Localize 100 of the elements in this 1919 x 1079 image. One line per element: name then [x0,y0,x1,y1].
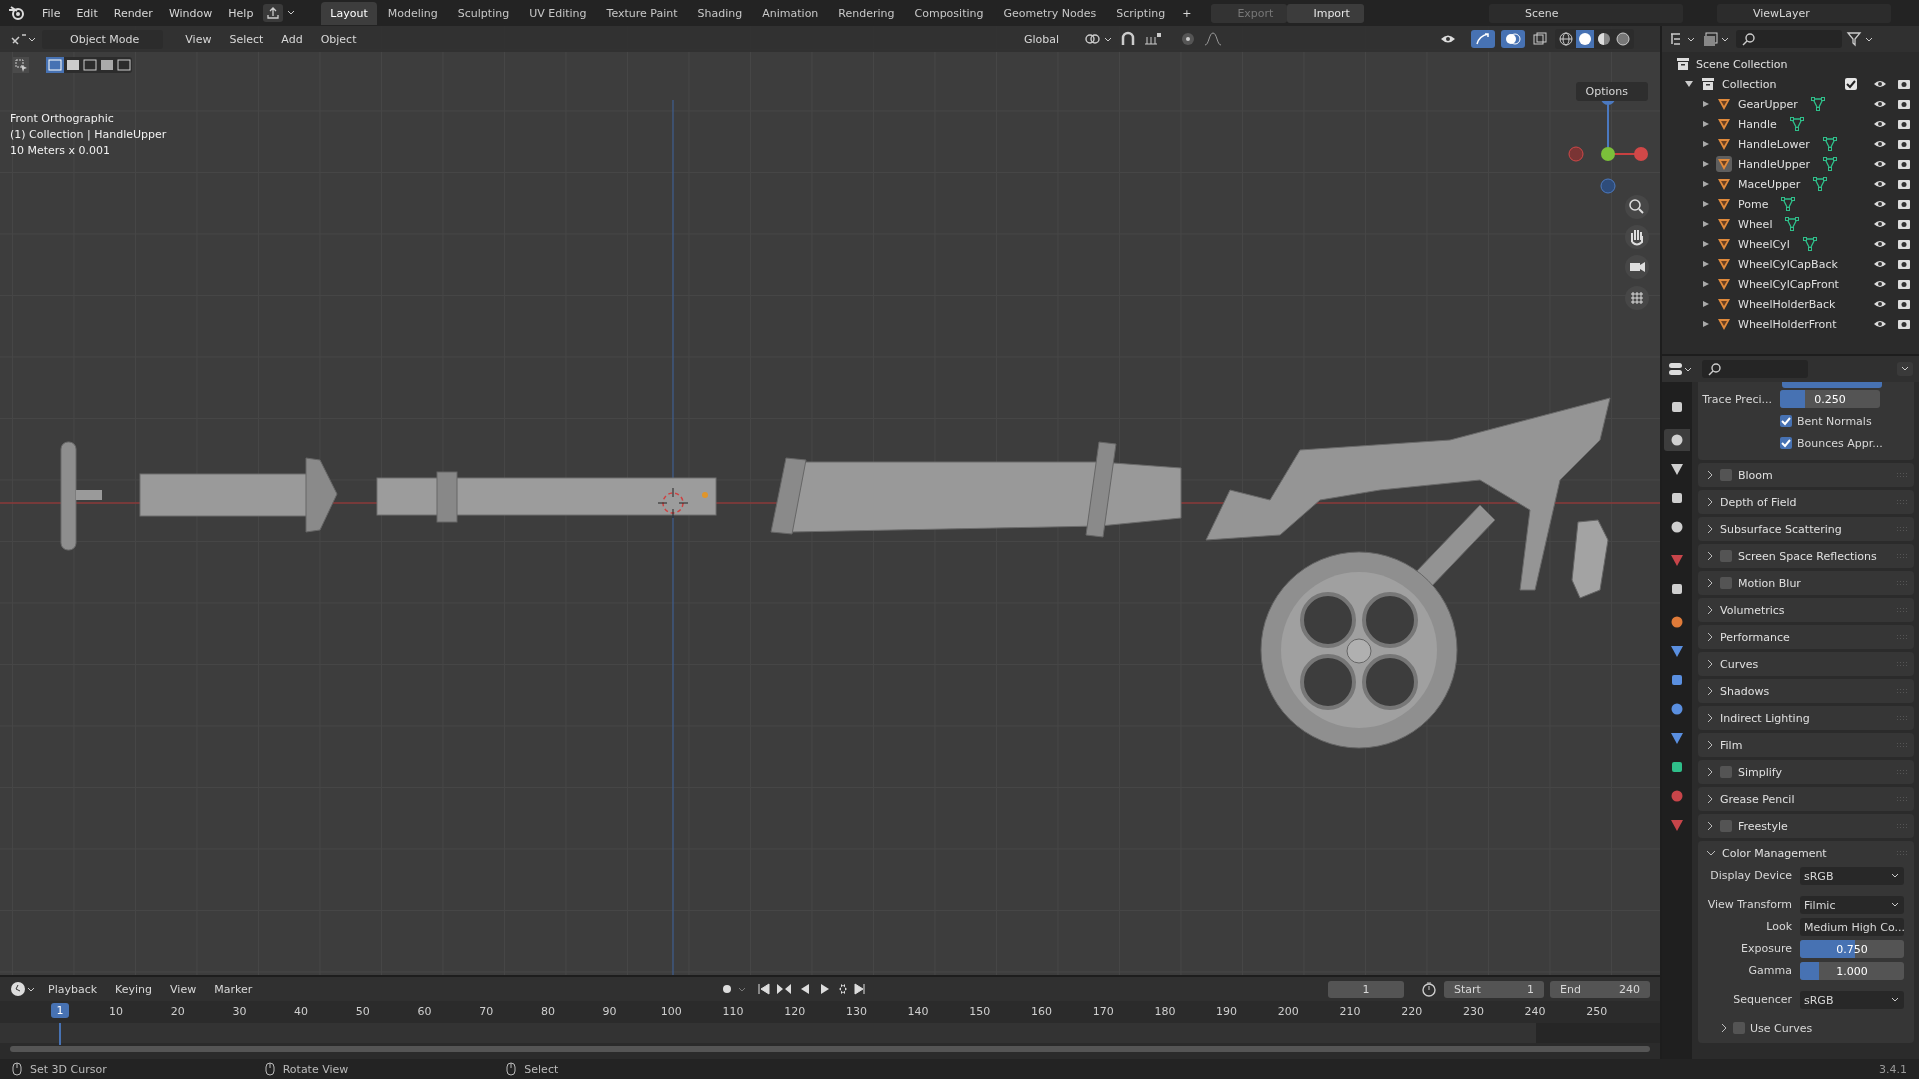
chevron-icon[interactable] [1720,1023,1728,1033]
start-frame-field[interactable]: Start 1 [1444,980,1544,998]
camera-icon[interactable] [1897,78,1911,90]
workspace-tab[interactable]: Geometry Nodes [994,1,1106,25]
menu-item[interactable]: View [179,29,218,49]
eye-icon[interactable] [1873,198,1887,210]
workspace-tab[interactable]: Scripting [1107,1,1175,25]
menu-item[interactable]: Playback [42,979,104,999]
camera-icon[interactable] [1897,298,1911,310]
camera-icon[interactable] [1897,258,1911,270]
dropdown[interactable]: sRGB [1800,867,1904,885]
workspace-tab[interactable]: Rendering [829,1,904,25]
checkbox[interactable] [1733,1022,1745,1034]
camera-icon[interactable] [1897,318,1911,330]
camera-icon[interactable] [1897,178,1911,190]
grid-icon[interactable] [1625,286,1649,310]
outliner-item[interactable]: WheelCyl [1738,237,1790,251]
workspace-tab[interactable]: Compositing [905,1,993,25]
playback-controls-icon[interactable] [755,981,868,997]
transfer-button[interactable]: Import [1287,3,1364,23]
eye-icon[interactable] [1873,78,1887,90]
camera-icon[interactable] [1897,218,1911,230]
camera-icon[interactable] [1897,198,1911,210]
panel-header[interactable]: Grease Pencil [1698,787,1914,811]
workspace-tab[interactable]: Modeling [378,1,447,25]
caret-icon[interactable] [287,10,296,16]
proportional-icon[interactable] [1179,31,1197,47]
camera-icon[interactable] [1897,278,1911,290]
workspace-tab[interactable]: UV Editing [520,1,596,25]
mode-dropdown[interactable]: Object Mode [42,29,164,49]
panel-header[interactable]: Motion Blur [1698,571,1914,595]
outliner-item[interactable]: GearUpper [1738,97,1798,111]
select-tool-icon[interactable] [12,56,30,74]
clock-icon[interactable] [10,981,36,997]
expand-triangle-icon[interactable] [1702,280,1710,288]
dropdown[interactable]: Medium High Co... [1800,918,1904,936]
panel-header[interactable]: Color Management [1704,841,1908,865]
panel-header[interactable]: Performance [1698,625,1914,649]
zoom-icon[interactable] [1625,195,1649,219]
panel-header[interactable]: Freestyle [1698,814,1914,838]
panel-header[interactable]: Shadows [1698,679,1914,703]
mesh-data-icon[interactable] [1801,236,1818,252]
camera-icon[interactable] [1625,255,1649,279]
blender-logo-icon[interactable] [8,5,26,21]
eye-icon[interactable] [1873,158,1887,170]
outliner-item[interactable]: Collection [1722,77,1777,91]
menu-item[interactable]: Keying [109,979,159,999]
mesh-data-icon[interactable] [1809,96,1826,112]
overlay-toggle-button[interactable] [1501,30,1525,48]
panel-header[interactable]: Simplify [1698,760,1914,784]
workspace-tab[interactable]: Shading [688,1,752,25]
add-workspace-button[interactable]: + [1176,3,1198,23]
eye-icon[interactable] [1873,98,1887,110]
eye-icon[interactable] [1873,278,1887,290]
outliner-item[interactable]: WheelCylCapBack [1738,257,1838,271]
menu-item[interactable]: Window [162,3,219,23]
search-field[interactable] [1736,30,1842,48]
current-frame-marker[interactable]: 1 [51,1003,69,1018]
outliner-item[interactable]: Wheel [1738,217,1773,231]
current-frame-field[interactable]: 1 [1328,980,1404,998]
editor-type-icon[interactable] [10,31,36,47]
link-icon[interactable] [1083,31,1113,47]
panel-header[interactable]: Screen Space Reflections [1698,544,1914,568]
solid-sphere-icon[interactable] [1576,30,1594,48]
workspace-tab[interactable]: Texture Paint [597,1,687,25]
menu-item[interactable]: Select [223,29,270,49]
eye-icon[interactable] [1873,318,1887,330]
toggle-switch-icon[interactable] [1668,361,1694,377]
expand-triangle-icon[interactable] [1702,200,1710,208]
end-frame-field[interactable]: End 240 [1550,980,1650,998]
expand-triangle-icon[interactable] [1702,300,1710,308]
workspace-tab[interactable]: Animation [753,1,828,25]
view-layer-field[interactable]: ViewLayer [1717,3,1891,23]
eye-icon[interactable] [1873,118,1887,130]
checkbox[interactable] [1845,78,1857,90]
outliner-item[interactable]: Scene Collection [1696,57,1788,71]
menu-item[interactable]: File [36,3,67,23]
menu-item[interactable]: Object [314,29,363,49]
menu-item[interactable]: Add [275,29,309,49]
eye-icon[interactable] [1873,178,1887,190]
dropdown[interactable]: Filmic [1800,896,1904,914]
slider[interactable]: 1.000 [1800,962,1904,980]
menu-item[interactable]: Edit [70,3,104,23]
panel-header[interactable]: Volumetrics [1698,598,1914,622]
panel-header[interactable]: Subsurface Scattering [1698,517,1914,541]
outliner-item[interactable]: Handle [1738,117,1777,131]
hand-icon[interactable] [1625,225,1649,249]
mesh-data-icon[interactable] [1780,196,1797,212]
camera-icon[interactable] [1897,138,1911,150]
outliner-item[interactable]: WheelHolderFront [1738,317,1837,331]
camera-icon[interactable] [1897,238,1911,250]
mesh-data-icon[interactable] [1784,216,1801,232]
mesh-data-icon[interactable] [1788,116,1805,132]
panel-header[interactable]: Bloom [1698,463,1914,487]
checkbox[interactable] [1780,415,1792,427]
upload-icon[interactable] [263,4,284,22]
dropdown[interactable]: sRGB [1800,991,1904,1009]
checkbox[interactable] [1780,437,1792,449]
wireframe-sphere-icon[interactable] [1557,30,1575,48]
menu-item[interactable]: Render [107,3,159,23]
